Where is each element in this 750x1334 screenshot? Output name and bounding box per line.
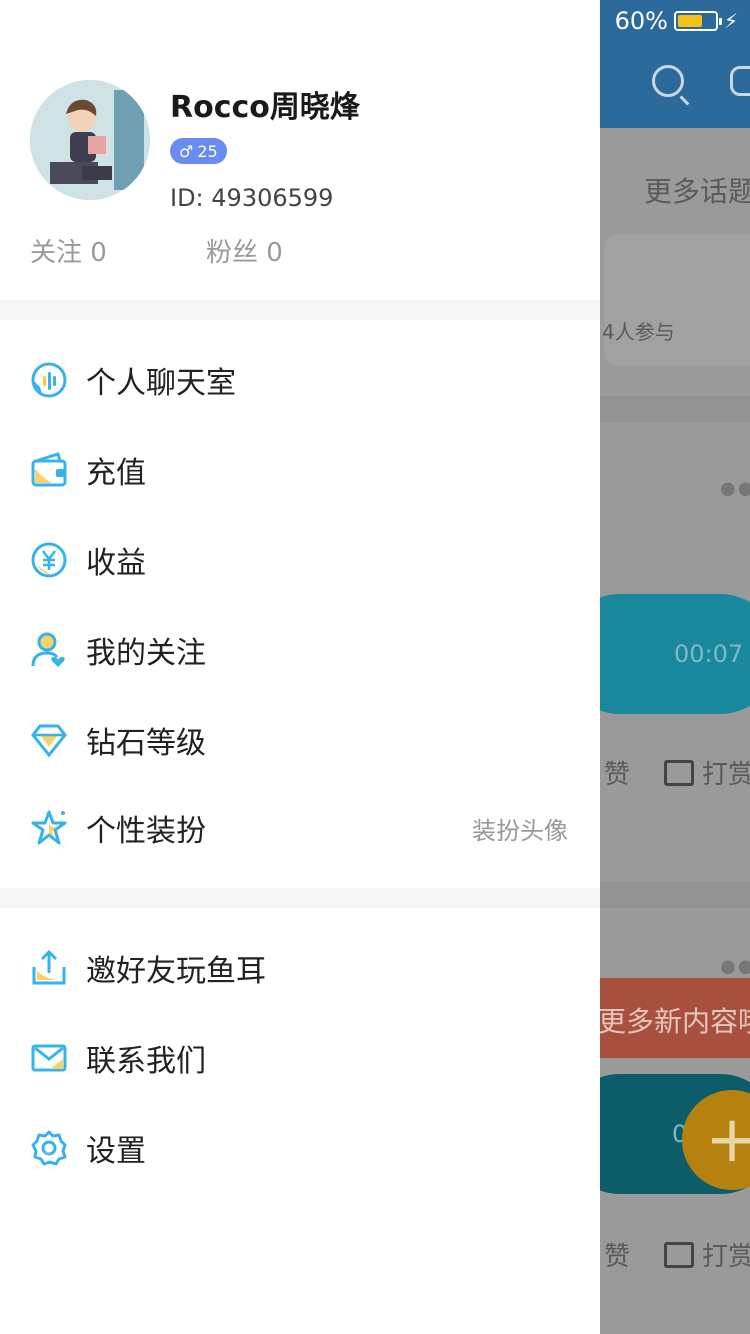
diamond-icon xyxy=(31,724,67,758)
male-icon: ♂ xyxy=(179,141,194,161)
topic-card[interactable] xyxy=(604,234,750,366)
menu-item-following[interactable]: 我的关注 xyxy=(0,620,600,680)
menu-item-contact-us[interactable]: 联系我们 xyxy=(0,1028,600,1088)
menu-label: 收益 xyxy=(86,546,146,581)
avatar[interactable] xyxy=(30,80,150,200)
user-heart-icon xyxy=(31,632,65,667)
participants-count: 4人参与 xyxy=(602,320,675,344)
gift-icon xyxy=(664,759,694,786)
gift-button[interactable]: 打赏 xyxy=(664,754,750,791)
avatar-image xyxy=(30,80,150,200)
username: Rocco周晓烽 xyxy=(170,90,360,125)
like-button[interactable]: 赞 xyxy=(604,1236,630,1273)
section-divider xyxy=(0,888,600,908)
menu-item-diamond-level[interactable]: 钻石等级 xyxy=(0,710,600,770)
star-icon xyxy=(31,810,67,845)
menu-label: 个人聊天室 xyxy=(86,366,236,401)
menu-item-invite-friends[interactable]: 邀好友玩鱼耳 xyxy=(0,938,600,998)
battery-icon xyxy=(673,11,722,31)
user-id: ID: 49306599 xyxy=(170,184,334,212)
menu-item-chat-room[interactable]: 个人聊天室 xyxy=(0,350,600,410)
charging-icon: ⚡ xyxy=(723,9,738,33)
gender-age-badge: ♂ 25 xyxy=(170,138,227,164)
more-options-icon[interactable]: ●● xyxy=(720,478,750,499)
menu-item-recharge[interactable]: 充值 xyxy=(0,440,600,500)
gear-icon xyxy=(31,1130,67,1166)
fans-count[interactable]: 粉丝 0 xyxy=(206,232,283,269)
menu-item-settings[interactable]: 设置 xyxy=(0,1118,600,1178)
message-icon[interactable] xyxy=(730,66,750,96)
status-bar: 60% ⚡ xyxy=(615,6,738,36)
age-value: 25 xyxy=(197,141,218,161)
audio-duration: 00:07 xyxy=(674,640,744,668)
side-drawer: Rocco周晓烽 ♂ 25 ID: 49306599 关注 0 粉丝 0 个人聊… xyxy=(0,0,600,1334)
battery-percent: 60% xyxy=(614,7,668,35)
menu-item-earnings[interactable]: 收益 xyxy=(0,530,600,590)
gift-icon xyxy=(664,1241,694,1268)
menu-label: 钻石等级 xyxy=(86,726,206,761)
more-topics-link[interactable]: 更多话题 xyxy=(644,170,750,210)
new-content-text: 更多新内容哦 xyxy=(598,1005,750,1038)
yen-coin-icon xyxy=(31,542,67,578)
section-divider xyxy=(0,300,600,320)
menu-item-personal-dressup[interactable]: 个性装扮 装扮头像 xyxy=(0,798,600,858)
wallet-icon xyxy=(31,452,67,487)
search-icon[interactable] xyxy=(652,65,684,97)
menu-label: 我的关注 xyxy=(86,636,206,671)
menu-label: 个性装扮 xyxy=(86,814,206,849)
more-options-icon[interactable]: ●● xyxy=(720,956,750,977)
share-icon xyxy=(32,949,66,985)
dressup-avatar-hint: 装扮头像 xyxy=(472,816,568,845)
gift-button[interactable]: 打赏 xyxy=(664,1236,750,1273)
menu-label: 充值 xyxy=(86,456,146,491)
menu-label: 联系我们 xyxy=(86,1044,206,1079)
following-count[interactable]: 关注 0 xyxy=(30,232,107,269)
chat-room-icon xyxy=(31,362,67,398)
mail-icon xyxy=(31,1044,67,1072)
like-button[interactable]: 赞 xyxy=(604,754,630,791)
menu-label: 邀好友玩鱼耳 xyxy=(86,954,266,989)
menu-label: 设置 xyxy=(86,1134,146,1169)
